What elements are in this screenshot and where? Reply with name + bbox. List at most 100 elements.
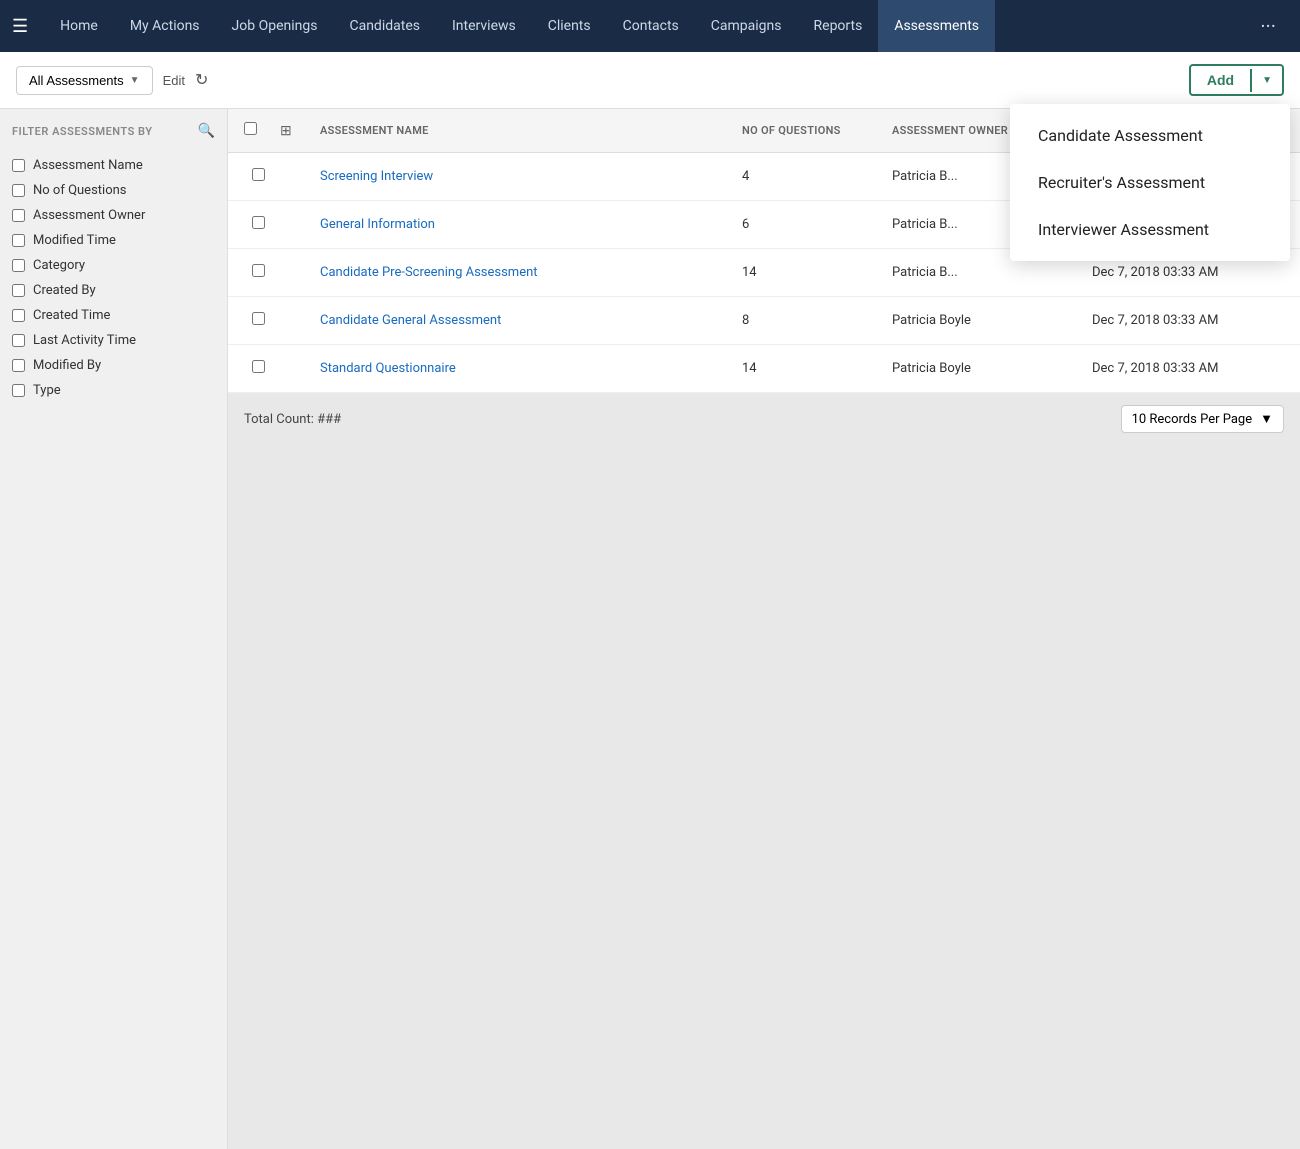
th-assessment-name: ASSESSMENT NAME <box>312 124 734 137</box>
filter-label-f1: Assessment Name <box>33 158 143 173</box>
assessment-link-0[interactable]: Screening Interview <box>320 169 433 184</box>
row-checkbox-0[interactable] <box>244 168 280 185</box>
dropdown-items: Candidate AssessmentRecruiter's Assessme… <box>1010 112 1290 253</box>
navbar: ☰ HomeMy ActionsJob OpeningsCandidatesIn… <box>0 0 1300 52</box>
table-row: Candidate General Assessment 8 Patricia … <box>228 297 1300 345</box>
filter-label-f6: Created By <box>33 283 96 298</box>
filter-checkbox-f4[interactable] <box>12 234 25 247</box>
row-select-1[interactable] <box>252 216 265 229</box>
total-count: Total Count: ### <box>244 412 341 427</box>
filter-checkbox-f10[interactable] <box>12 384 25 397</box>
nav-item-contacts[interactable]: Contacts <box>607 0 695 52</box>
row-select-2[interactable] <box>252 264 265 277</box>
filter-checkbox-f5[interactable] <box>12 259 25 272</box>
menu-icon[interactable]: ☰ <box>12 16 28 37</box>
row-assessment-name-2[interactable]: Candidate Pre-Screening Assessment <box>312 265 734 280</box>
refresh-button[interactable]: ↻ <box>195 70 208 90</box>
row-owner-2: Patricia B... <box>884 265 1084 280</box>
header-checkbox-col <box>244 122 280 139</box>
view-select-button[interactable]: All Assessments ▼ <box>16 66 153 95</box>
add-button[interactable]: Add ▼ <box>1189 64 1284 96</box>
nav-item-campaigns[interactable]: Campaigns <box>695 0 798 52</box>
assessment-link-4[interactable]: Standard Questionnaire <box>320 361 456 376</box>
filter-item-f6[interactable]: Created By <box>12 278 215 303</box>
add-dropdown: Candidate AssessmentRecruiter's Assessme… <box>1010 104 1290 261</box>
filter-label-f4: Modified Time <box>33 233 116 248</box>
filter-item-f7[interactable]: Created Time <box>12 303 215 328</box>
row-assessment-name-4[interactable]: Standard Questionnaire <box>312 361 734 376</box>
row-time-4: Dec 7, 2018 03:33 AM <box>1084 361 1284 376</box>
more-icon[interactable]: ··· <box>1248 14 1288 38</box>
table-footer: Total Count: ### 10 Records Per Page ▼ <box>228 393 1300 445</box>
filter-item-f8[interactable]: Last Activity Time <box>12 328 215 353</box>
filter-item-f4[interactable]: Modified Time <box>12 228 215 253</box>
row-questions-1: 6 <box>734 217 884 232</box>
row-time-2: Dec 7, 2018 03:33 AM <box>1084 265 1284 280</box>
filter-item-f1[interactable]: Assessment Name <box>12 153 215 178</box>
filter-label-f8: Last Activity Time <box>33 333 136 348</box>
row-select-0[interactable] <box>252 168 265 181</box>
filter-label-f9: Modified By <box>33 358 101 373</box>
filter-checkbox-f6[interactable] <box>12 284 25 297</box>
table-row: Standard Questionnaire 14 Patricia Boyle… <box>228 345 1300 393</box>
row-select-3[interactable] <box>252 312 265 325</box>
filter-checkbox-f2[interactable] <box>12 184 25 197</box>
row-checkbox-1[interactable] <box>244 216 280 233</box>
filter-item-f9[interactable]: Modified By <box>12 353 215 378</box>
col-toggle-icon[interactable]: ⊞ <box>280 123 292 139</box>
dropdown-item-1[interactable]: Recruiter's Assessment <box>1010 159 1290 206</box>
nav-item-candidates[interactable]: Candidates <box>333 0 436 52</box>
assessment-link-1[interactable]: General Information <box>320 217 435 232</box>
content-area: ⊞ ASSESSMENT NAME NO OF QUESTIONS ASSESS… <box>228 109 1300 1149</box>
nav-item-assessments[interactable]: Assessments <box>878 0 995 52</box>
nav-item-reports[interactable]: Reports <box>798 0 879 52</box>
filter-search-icon[interactable]: 🔍 <box>198 123 215 139</box>
filter-item-f2[interactable]: No of Questions <box>12 178 215 203</box>
nav-item-interviews[interactable]: Interviews <box>436 0 532 52</box>
filter-item-f10[interactable]: Type <box>12 378 215 403</box>
filter-checkbox-f7[interactable] <box>12 309 25 322</box>
row-questions-0: 4 <box>734 169 884 184</box>
add-chevron-icon[interactable]: ▼ <box>1250 69 1282 92</box>
dropdown-item-0[interactable]: Candidate Assessment <box>1010 112 1290 159</box>
row-assessment-name-3[interactable]: Candidate General Assessment <box>312 313 734 328</box>
row-time-3: Dec 7, 2018 03:33 AM <box>1084 313 1284 328</box>
filter-checkbox-f9[interactable] <box>12 359 25 372</box>
nav-item-my-actions[interactable]: My Actions <box>114 0 216 52</box>
records-per-page-selector[interactable]: 10 Records Per Page ▼ <box>1121 405 1284 433</box>
filter-title: FILTER ASSESSMENTS BY <box>12 125 153 138</box>
select-all-checkbox[interactable] <box>244 122 257 135</box>
row-assessment-name-1[interactable]: General Information <box>312 217 734 232</box>
filter-checkbox-f3[interactable] <box>12 209 25 222</box>
row-checkbox-2[interactable] <box>244 264 280 281</box>
edit-button[interactable]: Edit <box>163 73 185 88</box>
row-owner-4: Patricia Boyle <box>884 361 1084 376</box>
row-checkbox-4[interactable] <box>244 360 280 377</box>
filter-item-f3[interactable]: Assessment Owner <box>12 203 215 228</box>
nav-item-job-openings[interactable]: Job Openings <box>216 0 334 52</box>
row-checkbox-3[interactable] <box>244 312 280 329</box>
filter-label-f10: Type <box>33 383 61 398</box>
filter-header: FILTER ASSESSMENTS BY 🔍 <box>12 123 215 139</box>
nav-item-clients[interactable]: Clients <box>532 0 607 52</box>
nav-item-home[interactable]: Home <box>44 0 114 52</box>
row-owner-3: Patricia Boyle <box>884 313 1084 328</box>
dropdown-item-2[interactable]: Interviewer Assessment <box>1010 206 1290 253</box>
filter-checkbox-f1[interactable] <box>12 159 25 172</box>
row-assessment-name-0[interactable]: Screening Interview <box>312 169 734 184</box>
sidebar: FILTER ASSESSMENTS BY 🔍 Assessment Name N… <box>0 109 228 1149</box>
filter-items: Assessment Name No of Questions Assessment… <box>12 153 215 403</box>
filter-label-f3: Assessment Owner <box>33 208 145 223</box>
filter-item-f5[interactable]: Category <box>12 253 215 278</box>
col-toggle: ⊞ <box>280 123 312 139</box>
add-label: Add <box>1191 66 1250 94</box>
filter-label-f7: Created Time <box>33 308 110 323</box>
nav-items: HomeMy ActionsJob OpeningsCandidatesInte… <box>44 0 1248 52</box>
filter-checkbox-f8[interactable] <box>12 334 25 347</box>
records-chevron-icon: ▼ <box>1260 411 1273 427</box>
assessment-link-2[interactable]: Candidate Pre-Screening Assessment <box>320 265 538 280</box>
row-questions-2: 14 <box>734 265 884 280</box>
row-select-4[interactable] <box>252 360 265 373</box>
view-label: All Assessments <box>29 73 124 88</box>
assessment-link-3[interactable]: Candidate General Assessment <box>320 313 501 328</box>
